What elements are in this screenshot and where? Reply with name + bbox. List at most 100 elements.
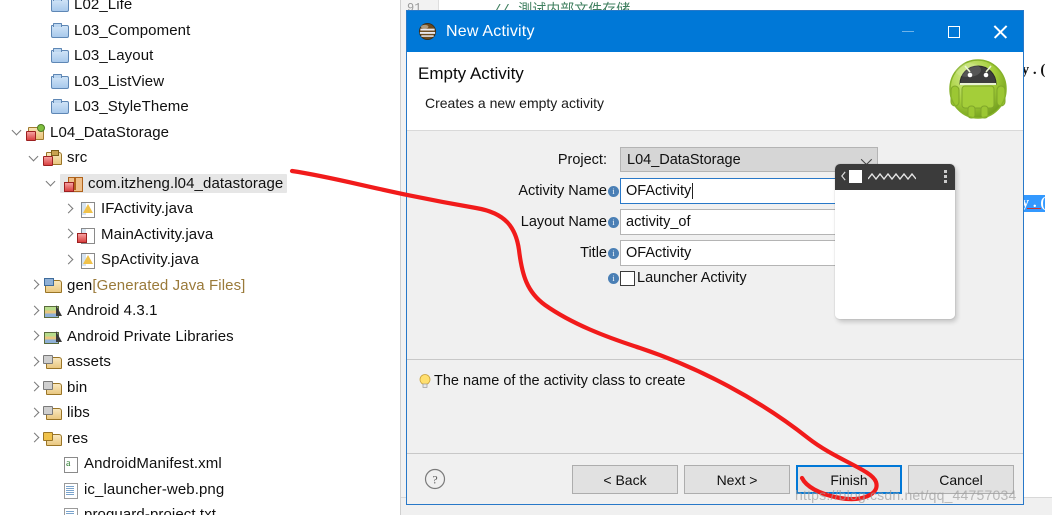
dialog-header: Empty Activity Creates a new empty activ…	[407, 52, 1023, 131]
tree-item-label: gen	[67, 276, 93, 294]
activity-preview-thumbnail	[835, 164, 955, 319]
tree-item[interactable]: Android Private Libraries	[0, 324, 234, 350]
file-icon	[60, 481, 79, 499]
tree-item-content: gen [Generated Java Files]	[43, 277, 245, 294]
tree-item-label: com.itzheng.l04_datastorage	[88, 174, 284, 192]
launcher-activity-checkbox[interactable]	[620, 270, 635, 286]
activity-name-info-icon[interactable]: i	[608, 185, 619, 197]
eclipse-icon	[418, 22, 437, 41]
chevron-down-icon[interactable]	[46, 177, 58, 189]
library-icon	[43, 302, 62, 319]
hint-text: The name of the activity class to create	[434, 373, 686, 389]
tree-item-content: bin	[43, 379, 87, 396]
chevron-right-icon[interactable]	[29, 432, 41, 444]
preview-title-placeholder-icon	[868, 173, 916, 181]
launcher-activity-info-icon[interactable]: i	[608, 272, 619, 284]
chevron-right-icon[interactable]	[29, 279, 41, 291]
chevron-right-icon[interactable]	[63, 254, 75, 266]
preview-app-icon	[849, 170, 862, 183]
chevron-right-icon[interactable]	[63, 203, 75, 215]
tree-item-content: L04_DataStorage	[26, 123, 170, 141]
chevron-right-icon[interactable]	[29, 330, 41, 342]
back-button[interactable]: < Back	[572, 465, 678, 494]
chevron-right-icon[interactable]	[29, 356, 41, 368]
dialog-title: New Activity	[446, 22, 535, 40]
dialog-form-body: Project: i L04_DataStorage Activity Name…	[407, 131, 1023, 359]
chevron-right-icon[interactable]	[29, 305, 41, 317]
tree-item-content: L03_Layout	[50, 47, 153, 64]
tree-item-label: L03_ListView	[74, 72, 165, 90]
tree-item-label: ic_launcher-web.png	[84, 480, 225, 498]
chevron-down-icon[interactable]	[29, 152, 41, 164]
tree-item[interactable]: proguard-project.txt	[0, 502, 216, 515]
folder-icon	[43, 404, 62, 421]
tree-item[interactable]: Android 4.3.1	[0, 298, 158, 324]
folder-icon	[43, 353, 62, 370]
tree-item-content: SpActivity.java	[77, 251, 199, 270]
help-icon[interactable]: ?	[424, 468, 446, 490]
title-label: Title	[580, 245, 607, 261]
dialog-header-subtitle: Creates a new empty activity	[425, 95, 604, 111]
tree-item-content: L03_StyleTheme	[50, 98, 189, 115]
dialog-hint-area: The name of the activity class to create	[407, 359, 1023, 453]
tree-item[interactable]: com.itzheng.l04_datastorage	[0, 171, 288, 197]
tree-item[interactable]: res	[0, 426, 88, 452]
package-explorer-tree[interactable]: L02_Life L03_Compoment L03_Layout L03_ListV…	[0, 0, 400, 515]
java-file-error-icon	[77, 226, 96, 244]
activity-name-value: OFActivity	[626, 183, 692, 199]
tree-item-label: L02_Life	[74, 0, 133, 14]
tree-item[interactable]: L04_DataStorage	[0, 120, 169, 146]
project-select-value: L04_DataStorage	[627, 151, 741, 168]
tree-item[interactable]: L03_StyleTheme	[0, 94, 189, 120]
tree-item[interactable]: L03_Compoment	[0, 18, 190, 44]
library-icon	[43, 328, 62, 345]
tree-item-content: ic_launcher-web.png	[60, 480, 225, 499]
title-field-row: Title i OFActivity	[415, 240, 878, 266]
minimize-button[interactable]	[885, 11, 931, 52]
tree-item-label: src	[67, 149, 88, 167]
tree-item[interactable]: gen [Generated Java Files]	[0, 273, 245, 299]
tree-item-label: bin	[67, 378, 88, 396]
chevron-down-icon[interactable]	[12, 126, 24, 138]
next-button[interactable]: Next >	[684, 465, 790, 494]
chevron-right-icon[interactable]	[63, 228, 75, 240]
overflow-menu-icon	[944, 170, 947, 183]
tree-item-label: IFActivity.java	[101, 200, 194, 218]
title-info-icon[interactable]: i	[608, 247, 619, 259]
tree-item[interactable]: L03_ListView	[0, 69, 164, 95]
close-button[interactable]	[977, 11, 1023, 52]
tree-item-label: L04_DataStorage	[50, 123, 170, 141]
tree-item-content: res	[43, 430, 88, 447]
tree-item[interactable]: MainActivity.java	[0, 222, 213, 248]
launcher-activity-label: Launcher Activity	[637, 270, 747, 286]
chevron-right-icon[interactable]	[29, 381, 41, 393]
maximize-button[interactable]	[931, 11, 977, 52]
tree-item-content: L03_ListView	[50, 73, 164, 90]
tree-item[interactable]: L03_Layout	[0, 43, 153, 69]
chevron-right-icon[interactable]	[29, 407, 41, 419]
tree-item-label: proguard-project.txt	[84, 506, 217, 515]
tree-item[interactable]: src	[0, 145, 87, 171]
tree-item-label: SpActivity.java	[101, 251, 199, 269]
layout-name-info-icon[interactable]: i	[608, 216, 619, 228]
tree-item-content: libs	[43, 404, 90, 421]
tree-item[interactable]: IFActivity.java	[0, 196, 193, 222]
tree-item[interactable]: AndroidManifest.xml	[0, 451, 222, 477]
dialog-title-bar[interactable]: New Activity	[407, 11, 1023, 52]
tree-item[interactable]: SpActivity.java	[0, 247, 199, 273]
new-activity-dialog: New Activity Empty Activity Creates a ne…	[406, 10, 1024, 505]
tree-item-label: L03_Compoment	[74, 21, 191, 39]
tree-item-label: L03_Layout	[74, 47, 154, 65]
tree-item[interactable]: assets	[0, 349, 111, 375]
tree-item[interactable]: L02_Life	[0, 0, 132, 18]
tree-item[interactable]: bin	[0, 375, 87, 401]
tree-item-content: Android 4.3.1	[43, 302, 158, 319]
tree-item-label: MainActivity.java	[101, 225, 214, 243]
tree-item[interactable]: libs	[0, 400, 90, 426]
activity-name-label: Activity Name	[518, 183, 607, 199]
tree-item[interactable]: ic_launcher-web.png	[0, 477, 224, 503]
